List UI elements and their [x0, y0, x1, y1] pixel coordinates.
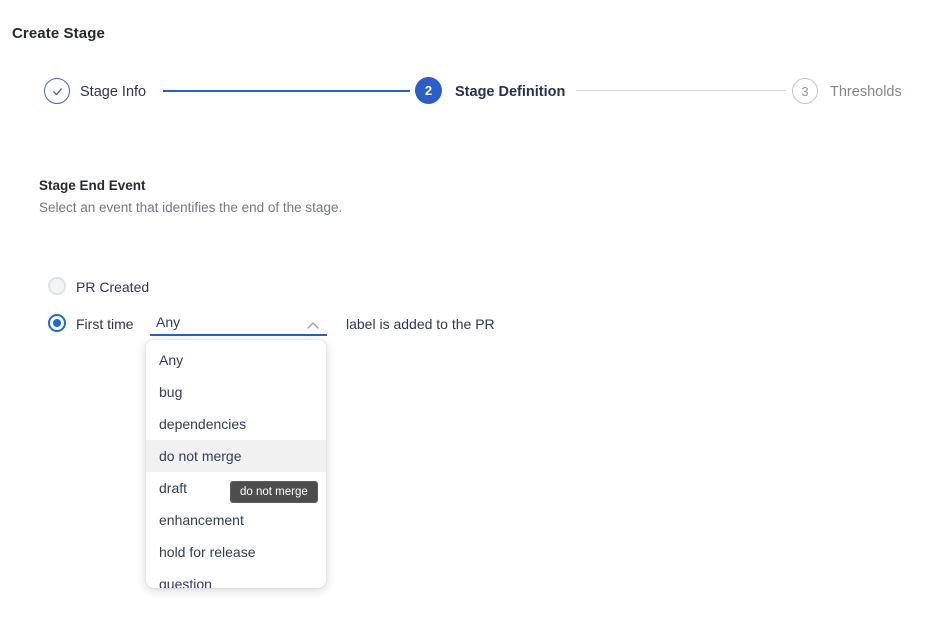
- step-2-label[interactable]: Stage Definition: [455, 84, 565, 100]
- step-1-indicator[interactable]: [44, 78, 70, 104]
- step-3-number: 3: [801, 84, 808, 99]
- tooltip: do not merge: [230, 481, 318, 503]
- stepper-connector-upcoming: [576, 90, 786, 91]
- section-description: Select an event that identifies the end …: [39, 200, 342, 215]
- dropdown-item-question[interactable]: question: [146, 568, 326, 588]
- dropdown-item-dependencies[interactable]: dependencies: [146, 408, 326, 440]
- check-icon: [50, 84, 65, 99]
- dropdown-item-bug[interactable]: bug: [146, 376, 326, 408]
- dropdown-item-do-not-merge[interactable]: do not merge: [146, 440, 326, 472]
- select-suffix-text: label is added to the PR: [346, 316, 495, 332]
- page-title: Create Stage: [12, 25, 105, 42]
- section-heading: Stage End Event: [39, 178, 146, 193]
- step-1-label[interactable]: Stage Info: [80, 84, 146, 100]
- radio-first-time[interactable]: [48, 314, 66, 332]
- chevron-up-icon[interactable]: [306, 317, 320, 326]
- step-2-number: 2: [425, 83, 432, 98]
- stepper-connector-completed: [163, 90, 410, 92]
- step-3-label[interactable]: Thresholds: [830, 84, 902, 100]
- dropdown-item-any[interactable]: Any: [146, 344, 326, 376]
- dropdown-item-enhancement[interactable]: enhancement: [146, 504, 326, 536]
- step-3-indicator[interactable]: 3: [792, 78, 818, 104]
- radio-selected-dot: [53, 319, 61, 327]
- label-dropdown-menu: Any bug dependencies do not merge draft …: [146, 340, 326, 588]
- radio-pr-created[interactable]: [48, 277, 66, 295]
- label-select-value[interactable]: Any: [156, 314, 180, 330]
- step-2-indicator[interactable]: 2: [415, 77, 442, 104]
- dropdown-item-hold-for-release[interactable]: hold for release: [146, 536, 326, 568]
- radio-pr-created-label[interactable]: PR Created: [76, 279, 149, 295]
- radio-first-time-label[interactable]: First time: [76, 316, 134, 332]
- create-stage-dialog: Create Stage Stage Info 2 Stage Definiti…: [0, 0, 948, 619]
